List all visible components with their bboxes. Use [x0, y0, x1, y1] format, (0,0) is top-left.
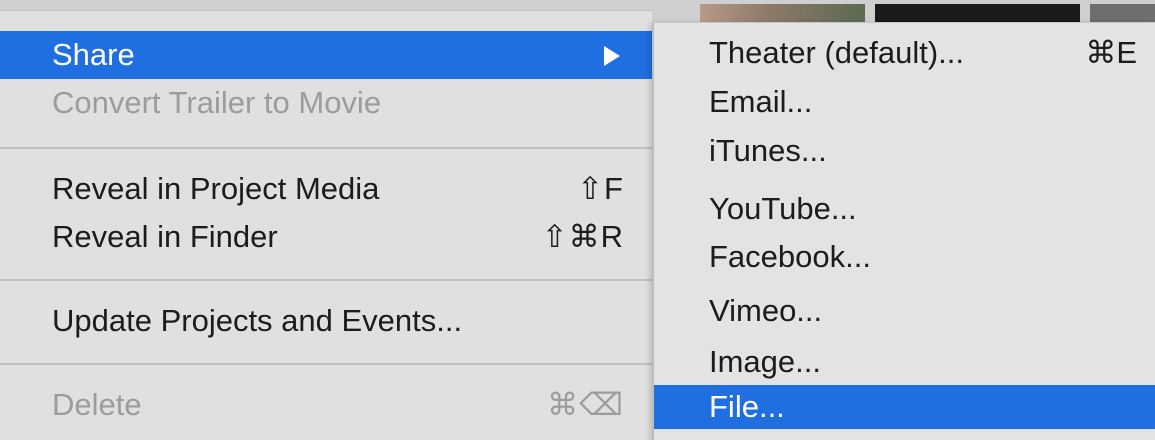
submenu-item-itunes[interactable]: iTunes... [654, 129, 1155, 173]
share-submenu: Theater (default)... ⌘E Email... iTunes.… [652, 22, 1155, 440]
submenu-item-label: File... [709, 389, 785, 424]
submenu-item-label: iTunes... [709, 133, 827, 168]
menu-item-update-projects-and-events[interactable]: Update Projects and Events... [0, 297, 652, 345]
submenu-item-label: Facebook... [709, 239, 871, 274]
menu-item-label: Convert Trailer to Movie [52, 85, 382, 120]
submenu-item-image[interactable]: Image... [654, 340, 1155, 384]
submenu-item-label: Vimeo... [709, 293, 823, 328]
submenu-item-youtube[interactable]: YouTube... [654, 187, 1155, 231]
menu-item-shortcut: ⇧F [577, 171, 624, 206]
submenu-item-facebook[interactable]: Facebook... [654, 235, 1155, 279]
menu-item-delete[interactable]: Delete ⌘⌫ [0, 381, 652, 429]
submenu-item-email[interactable]: Email... [654, 80, 1155, 124]
menu-item-label: Reveal in Project Media [52, 171, 380, 206]
submenu-item-vimeo[interactable]: Vimeo... [654, 289, 1155, 333]
submenu-arrow-icon [604, 46, 620, 66]
menu-item-shortcut: ⇧⌘R [541, 219, 624, 254]
submenu-item-label: YouTube... [709, 191, 857, 226]
menu-item-reveal-in-finder[interactable]: Reveal in Finder ⇧⌘R [0, 213, 652, 261]
menu-item-label: Update Projects and Events... [52, 303, 463, 338]
menu-item-share[interactable]: Share [0, 31, 652, 79]
menu-separator [0, 279, 652, 281]
submenu-item-theater[interactable]: Theater (default)... ⌘E [654, 31, 1155, 75]
menu-item-shortcut: ⌘⌫ [547, 387, 624, 422]
menu-item-label: Delete [52, 387, 142, 422]
submenu-item-label: Image... [709, 344, 821, 379]
submenu-item-file[interactable]: File... [654, 385, 1155, 429]
menu-separator [0, 363, 652, 365]
menu-item-reveal-in-project-media[interactable]: Reveal in Project Media ⇧F [0, 165, 652, 213]
submenu-item-label: Email... [709, 84, 813, 119]
submenu-item-shortcut: ⌘E [1085, 35, 1137, 70]
menu-separator [0, 147, 652, 149]
context-menu: Share Convert Trailer to Movie Reveal in… [0, 10, 652, 440]
menu-item-label: Share [52, 37, 135, 72]
submenu-item-label: Theater (default)... [709, 35, 965, 70]
menu-item-convert-trailer[interactable]: Convert Trailer to Movie [0, 79, 652, 127]
menu-item-label: Reveal in Finder [52, 219, 278, 254]
